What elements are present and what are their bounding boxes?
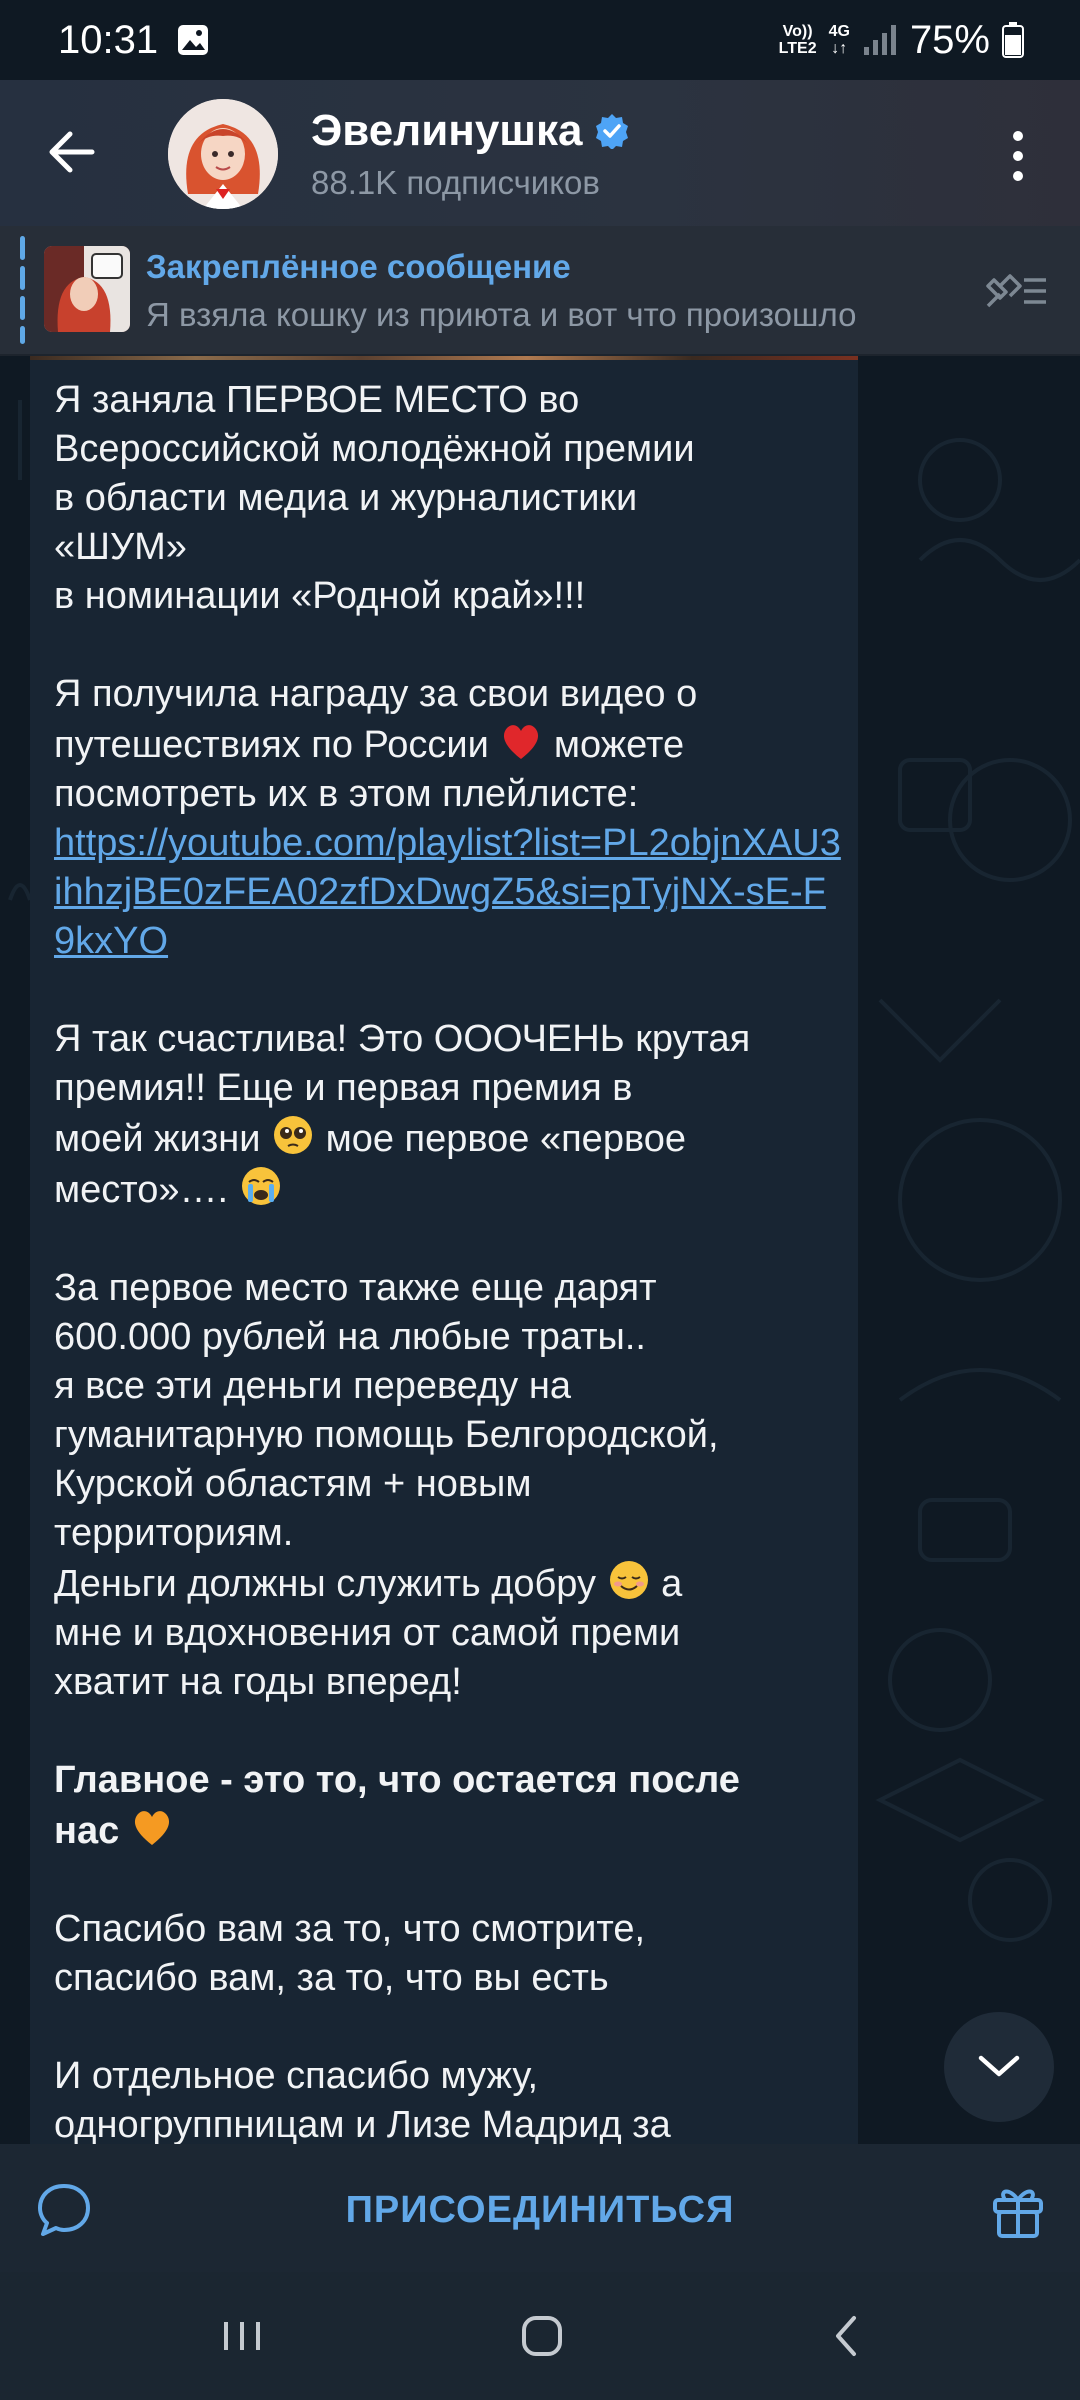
message-bubble[interactable]: Я заняла ПЕРВОЕ МЕСТО во Всероссийской м… [30,354,858,2144]
crying-face-emoji [241,1167,280,1205]
channel-avatar[interactable] [168,99,278,209]
home-icon[interactable] [512,2306,572,2366]
pinned-text: Я взяла кошку из приюта и вот что произо… [146,296,857,333]
verified-badge-icon [596,114,629,149]
join-bar: ПРИСОЕДИНИТЬСЯ [0,2144,1080,2272]
unpin-list-icon[interactable] [980,266,1050,316]
signal-icon [863,25,896,55]
system-nav-bar [0,2272,1080,2400]
chat-bubble-icon[interactable] [34,2180,94,2240]
pinned-thumbnail [44,246,130,332]
playlist-link[interactable]: https://youtube.com/playlist?list=PL2obj… [54,822,841,962]
smiling-face-emoji [609,1561,648,1599]
pinned-indicator [20,236,25,344]
subscriber-count: 88.1K подписчиков [311,164,600,201]
system-back-icon[interactable] [818,2306,878,2366]
scroll-down-button[interactable] [944,2012,1054,2122]
join-button[interactable]: ПРИСОЕДИНИТЬСЯ [330,2180,750,2240]
battery-percent: 75% [909,17,990,62]
pinned-message-bar[interactable]: Закреплённое сообщение Я взяла кошку из … [0,226,1080,356]
battery-icon [1002,22,1024,58]
back-arrow-icon[interactable] [40,120,104,184]
channel-title: Эвелинушка [311,106,583,155]
status-bar: 10:31 Vo)) LTE2 4G ↓↑ 75% [0,0,1080,80]
channel-header: Эвелинушка 88.1K подписчиков [0,80,1080,226]
more-vertical-icon[interactable] [1000,124,1036,188]
data-indicator: 4G ↓↑ [828,23,850,57]
chevron-down-icon [978,2055,1020,2077]
status-time: 10:31 [58,17,159,62]
message-text: Я заняла ПЕРВОЕ МЕСТО во Всероссийской м… [54,379,841,2144]
orange-heart-emoji [134,1811,169,1845]
volte-indicator: Vo)) LTE2 [778,23,817,57]
recent-apps-icon[interactable] [212,2306,272,2366]
gallery-notification-icon [178,25,209,55]
pinned-title: Закреплённое сообщение [146,248,571,285]
gift-icon[interactable] [990,2180,1046,2240]
red-heart-emoji [504,725,539,759]
pleading-face-emoji [274,1116,313,1154]
